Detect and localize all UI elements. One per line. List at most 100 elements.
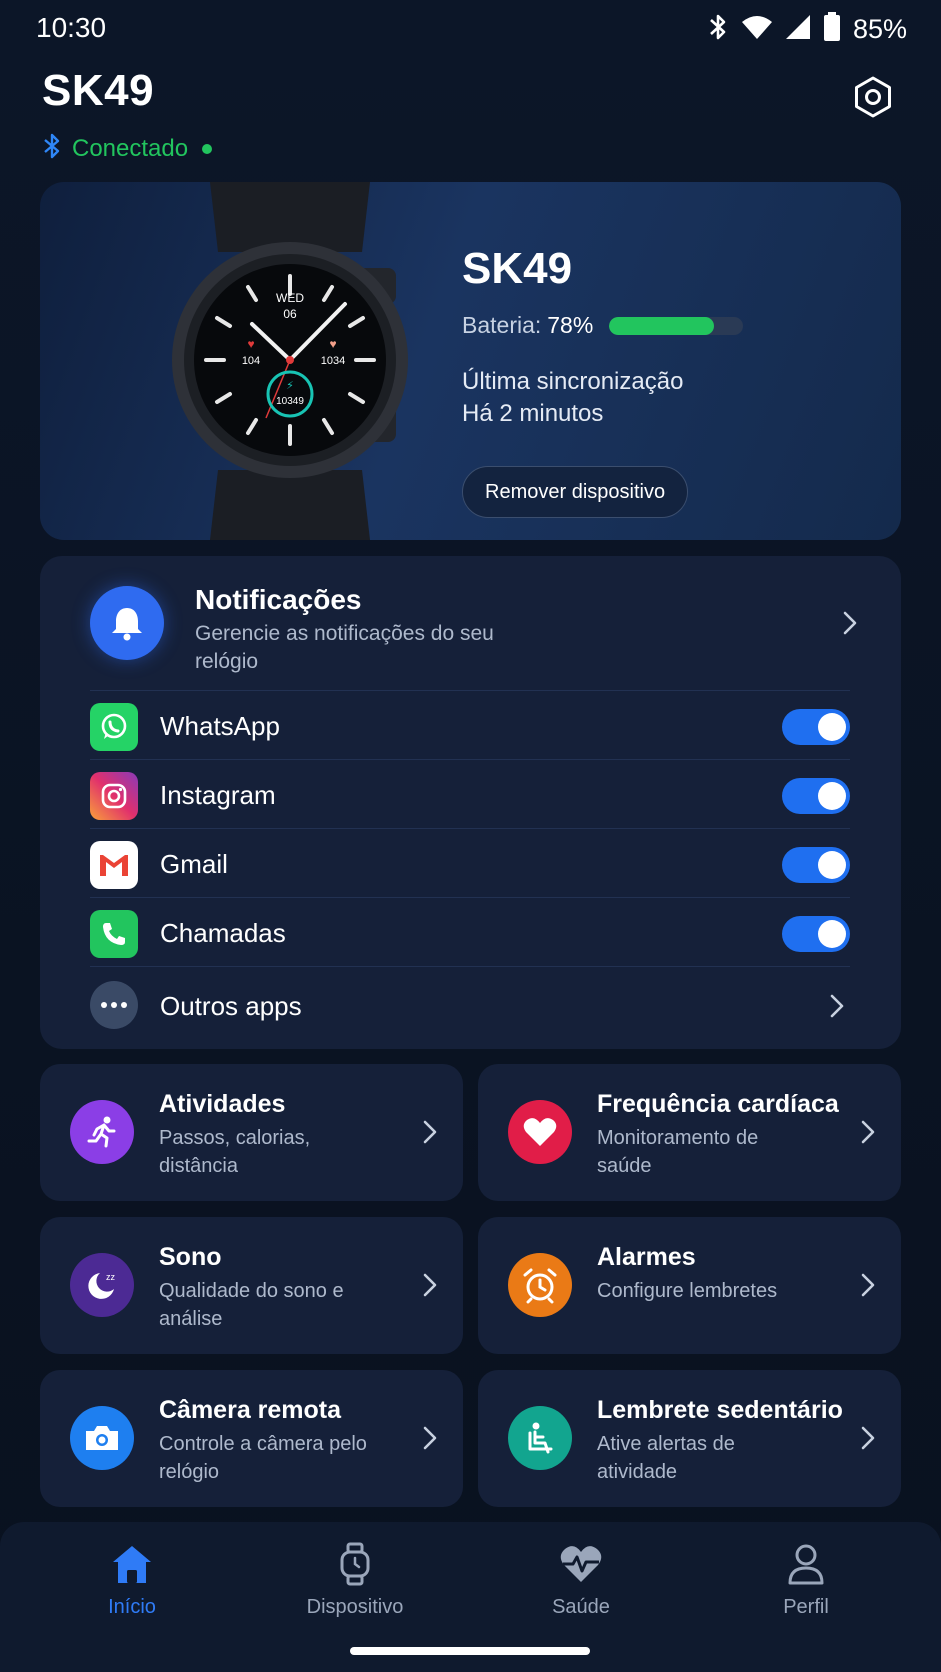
chevron-right-icon [417,1117,443,1147]
connection-dot [202,143,213,154]
tile-heart-rate[interactable]: Frequência cardíaca Monitoramento de saú… [478,1064,901,1201]
notification-app-row-instagram: Instagram [90,759,850,828]
device-name: SK49 [462,244,573,293]
seated-person-icon [508,1406,572,1470]
chevron-right-icon [855,1270,881,1300]
instagram-toggle[interactable] [782,778,850,814]
tile-subtitle: Qualidade do sono e análise [159,1280,344,1330]
chevron-right-icon [855,1117,881,1147]
phone-icon [90,910,138,958]
app-label: WhatsApp [160,711,280,741]
gmail-toggle[interactable] [782,847,850,883]
tile-title: Alarmes [597,1243,696,1271]
tile-sedentary-reminder[interactable]: Lembrete sedentário Ative alertas de ati… [478,1370,901,1507]
nav-item-device[interactable]: Dispositivo [265,1540,445,1640]
notifications-header[interactable]: Notificações Gerencie as notificações do… [40,556,901,690]
notification-app-row-gmail: Gmail [90,828,850,897]
svg-text:⚡: ⚡ [286,380,294,392]
battery-bar [609,316,744,335]
sync-value: Há 2 minutos [462,400,604,427]
watch-face-day: WED [276,291,304,305]
bell-icon [90,586,164,660]
tile-subtitle: Configure lembretes [597,1280,778,1302]
calls-toggle[interactable] [782,916,850,952]
tile-subtitle: Monitoramento de saúde [597,1127,759,1177]
battery-label: Bateria: [462,312,542,338]
app-label: Chamadas [160,918,286,948]
tile-alarms[interactable]: Alarmes Configure lembretes [478,1217,901,1354]
chevron-right-icon [417,1270,443,1300]
more-dots-icon [90,981,138,1029]
bluetooth-icon [42,132,62,165]
app-label: Instagram [160,780,276,810]
remove-device-button[interactable]: Remover dispositivo [462,466,689,518]
whatsapp-icon [90,703,138,751]
chevron-right-icon [837,608,863,638]
watch-icon [331,1540,379,1588]
tile-title: Câmera remota [159,1396,342,1424]
watch-image: WED 06 ♥ 104 ♥ 1034 ⚡ 10349 [140,182,440,540]
tile-subtitle: Passos, calorias, distância [159,1127,311,1177]
nav-item-health[interactable]: Saúde [491,1540,671,1640]
notification-app-row-whatsapp: WhatsApp [90,690,850,759]
watch-face-date: 06 [283,307,297,321]
nav-label: Início [108,1596,156,1618]
settings-button[interactable] [850,74,896,120]
nav-item-home[interactable]: Início [42,1540,222,1640]
heart-icon [508,1100,572,1164]
tile-title: Frequência cardíaca [597,1090,839,1118]
watch-face-steps: 10349 [276,396,304,407]
tile-title: Atividades [159,1090,286,1118]
notification-app-row-calls: Chamadas [90,897,850,966]
signal-icon [785,14,811,45]
home-icon [108,1540,156,1588]
connection-label: Conectado [72,134,189,162]
svg-text:♥: ♥ [329,337,336,351]
battery-value: 78% [547,312,594,338]
other-apps-row[interactable]: Outros apps [90,966,850,1046]
tile-title: Lembrete sedentário [597,1396,843,1424]
status-bar: 10:30 85% [0,0,941,62]
status-icons: 85% [707,12,907,47]
nav-label: Perfil [783,1596,829,1618]
battery-icon [823,12,841,47]
tile-sleep[interactable]: zz Sono Qualidade do sono e análise [40,1217,463,1354]
tile-activities[interactable]: Atividades Passos, calorias, distância [40,1064,463,1201]
tile-subtitle: Ative alertas de atividade [597,1433,735,1483]
watch-face-calories: 1034 [321,355,345,367]
bluetooth-icon [707,12,729,47]
wifi-icon [741,14,773,45]
running-icon [70,1100,134,1164]
chevron-right-icon [417,1423,443,1453]
profile-icon [782,1540,830,1588]
battery-bar-fill [609,316,714,335]
watch-face-heart-rate: 104 [242,355,260,367]
chevron-right-icon [824,991,850,1021]
nav-label: Saúde [552,1596,610,1618]
tile-subtitle: Controle a câmera pelo relógio [159,1433,367,1483]
status-battery-text: 85% [852,14,907,44]
app-label: Gmail [160,849,228,879]
health-icon [557,1540,605,1588]
moon-icon: zz [70,1253,134,1317]
whatsapp-toggle[interactable] [782,709,850,745]
app-screen: 10:30 85% SK49 Conectado WED 06 ♥ 104 ♥ … [0,0,941,1672]
nav-label: Dispositivo [306,1596,404,1618]
home-indicator[interactable] [350,1647,590,1655]
page-title: SK49 [42,66,155,115]
nav-item-profile[interactable]: Perfil [716,1540,896,1640]
connection-status: Conectado [42,132,213,165]
alarm-icon [508,1253,572,1317]
tile-title: Sono [159,1243,222,1271]
gmail-icon [90,841,138,889]
instagram-icon [90,772,138,820]
notifications-subtitle: Gerencie as notificações do seu relógio [195,622,494,673]
device-card: WED 06 ♥ 104 ♥ 1034 ⚡ 10349 SK49 Bateria… [40,182,901,540]
notifications-card: Notificações Gerencie as notificações do… [40,556,901,1049]
camera-icon [70,1406,134,1470]
notifications-title: Notificações [195,584,362,615]
tile-remote-camera[interactable]: Câmera remota Controle a câmera pelo rel… [40,1370,463,1507]
svg-text:♥: ♥ [247,337,254,351]
settings-icon [855,76,891,118]
battery-status: Bateria: 78% [462,312,744,339]
